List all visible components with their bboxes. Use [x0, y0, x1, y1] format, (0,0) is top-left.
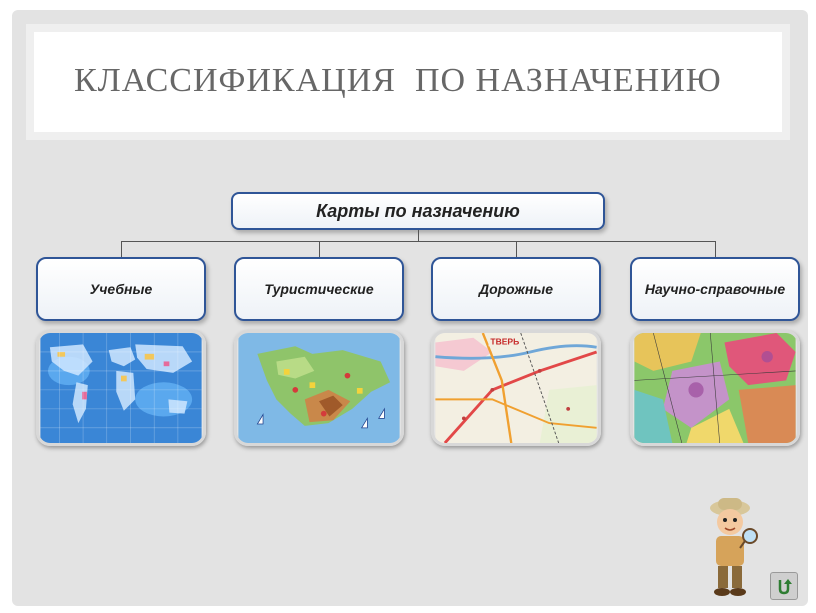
world-map-graphic [40, 333, 202, 443]
connector-branch-4 [715, 241, 716, 257]
category-node-educational: Учебные [36, 257, 206, 321]
road-map-graphic: ТВЕРЬ [435, 333, 598, 443]
world-map-image [36, 330, 206, 446]
return-arrow-icon [778, 579, 792, 595]
category-node-tourist: Туристические [234, 257, 404, 321]
slide-title: КЛАССИФИКАЦИЯ ПО НАЗНАЧЕНИЮ [74, 62, 722, 99]
road-map-image: ТВЕРЬ [431, 330, 601, 446]
category-label: Научно-справочные [644, 281, 786, 297]
explorer-mascot-icon [710, 498, 758, 596]
root-node: Карты по назначению [231, 192, 605, 230]
tourist-map-image [234, 330, 404, 446]
connector-horizontal [121, 241, 716, 242]
connector-branch-2 [319, 241, 320, 257]
road-map-city-label: ТВЕРЬ [490, 336, 519, 346]
category-node-road: Дорожные [431, 257, 601, 321]
geological-map-image [630, 330, 800, 446]
tourist-map-graphic [238, 333, 400, 443]
category-node-scientific: Научно-справочные [630, 257, 800, 321]
category-label: Учебные [89, 281, 153, 297]
geological-map-graphic [634, 333, 796, 443]
category-label: Дорожные [478, 281, 554, 297]
category-label: Туристические [264, 281, 374, 297]
connector-branch-1 [121, 241, 122, 257]
return-button[interactable] [770, 572, 798, 600]
connector-branch-3 [516, 241, 517, 257]
root-node-label: Карты по назначению [316, 200, 520, 221]
